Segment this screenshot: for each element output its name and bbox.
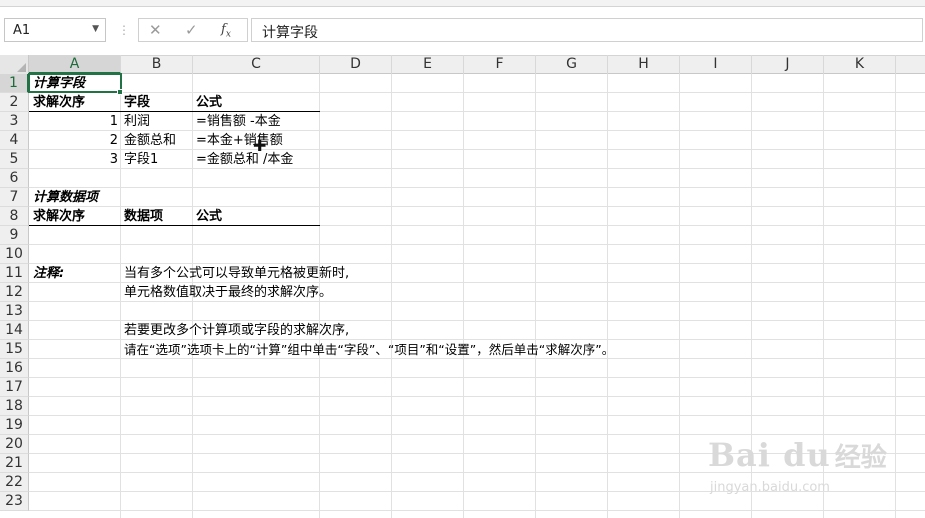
watermark-url: jingyan.baidu.com [710,480,830,495]
cell-a5[interactable]: 3 [29,150,118,169]
baidu-watermark: Bai du 经验 [708,436,887,474]
watermark-cn: 经验 [834,443,887,473]
ribbon-bottom-edge [0,0,925,7]
cell-a8[interactable]: 求解次序 [33,207,119,226]
column-header-e[interactable]: E [392,55,464,74]
row-header-7[interactable]: 7 [0,188,29,207]
row-header-12[interactable]: 12 [0,283,29,302]
check-icon[interactable]: ✓ [185,21,198,39]
column-header-c[interactable]: C [193,55,320,74]
drag-handle-icon[interactable]: ⋮ [118,23,130,37]
row-header-11[interactable]: 11 [0,264,29,283]
column-header-b[interactable]: B [121,55,193,74]
row-header-17[interactable]: 17 [0,378,29,397]
cell-b8[interactable]: 数据项 [124,207,190,226]
row-header-6[interactable]: 6 [0,169,29,188]
row-header-19[interactable]: 19 [0,416,29,435]
row-header-18[interactable]: 18 [0,397,29,416]
watermark-logo: Bai du [708,436,831,474]
row-header-5[interactable]: 5 [0,150,29,169]
cell-c3[interactable]: =销售额 -本金 [196,112,316,131]
cell-b14[interactable]: 若要更改多个计算项或字段的求解次序, [124,321,349,340]
column-header-d[interactable]: D [320,55,392,74]
cell-b3[interactable]: 利润 [124,112,190,131]
row-header-10[interactable]: 10 [0,245,29,264]
name-box[interactable]: A1 ▼ [4,18,106,42]
active-cell-border [28,73,122,93]
row-header-2[interactable]: 2 [0,93,29,112]
cell-c2[interactable]: 公式 [196,93,316,112]
cell-c8[interactable]: 公式 [196,207,316,226]
cell-b15[interactable]: 请在“选项”选项卡上的“计算”组中单击“字段”、“项目”和“设置”，然后单击“求… [124,340,614,359]
row-header-23[interactable]: 23 [0,492,29,511]
cell-a2[interactable]: 求解次序 [33,93,119,112]
row-header-22[interactable]: 22 [0,473,29,492]
cell-cursor-icon: ✚ [253,136,267,155]
row-header-16[interactable]: 16 [0,359,29,378]
cell-b2[interactable]: 字段 [124,93,190,112]
column-header-a[interactable]: A [29,55,121,74]
formula-bar: A1 ▼ ⋮ ✕ ✓ fx 计算字段 [0,7,925,53]
name-box-value: A1 [13,23,31,38]
insert-function-icon[interactable]: fx [221,22,231,40]
cell-a7[interactable]: 计算数据项 [33,188,119,207]
row-header-3[interactable]: 3 [0,112,29,131]
close-icon[interactable]: ✕ [149,21,162,39]
column-header-k[interactable]: K [824,55,896,74]
cell-b5[interactable]: 字段1 [124,150,190,169]
cell-a3[interactable]: 1 [29,112,118,131]
column-header-i[interactable]: I [680,55,752,74]
chevron-down-icon[interactable]: ▼ [92,24,99,34]
row-header-13[interactable]: 13 [0,302,29,321]
formula-buttons: ✕ ✓ fx [138,18,248,42]
cell-b12[interactable]: 单元格数值取决于最终的求解次序。 [124,283,332,302]
column-header-f[interactable]: F [464,55,536,74]
row-header-15[interactable]: 15 [0,340,29,359]
row-header-9[interactable]: 9 [0,226,29,245]
row-header-20[interactable]: 20 [0,435,29,454]
formula-input[interactable]: 计算字段 [251,18,923,42]
row-header-1[interactable]: 1 [0,74,29,93]
cell-b4[interactable]: 金额总和 [124,131,190,150]
cell-b11[interactable]: 当有多个公式可以导致单元格被更新时, [124,264,349,283]
select-all-button[interactable] [0,55,29,74]
fill-handle[interactable] [117,89,123,95]
column-header-j[interactable]: J [752,55,824,74]
column-header-g[interactable]: G [536,55,608,74]
formula-input-value: 计算字段 [262,25,318,41]
row-header-21[interactable]: 21 [0,454,29,473]
row-header-8[interactable]: 8 [0,207,29,226]
cell-a4[interactable]: 2 [29,131,118,150]
column-header-h[interactable]: H [608,55,680,74]
cell-a11[interactable]: 注释: [33,264,119,283]
row-header-14[interactable]: 14 [0,321,29,340]
row-header-4[interactable]: 4 [0,131,29,150]
